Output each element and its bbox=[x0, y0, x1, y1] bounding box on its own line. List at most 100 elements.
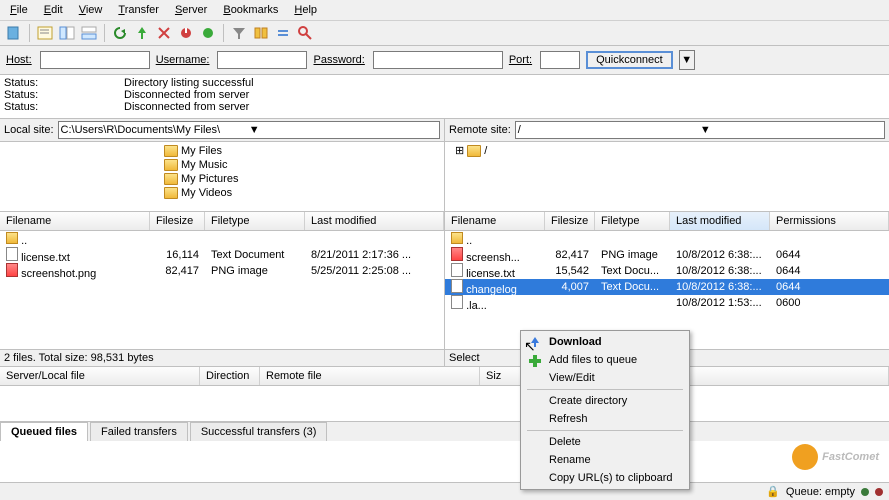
compare-icon[interactable] bbox=[251, 23, 271, 43]
ctx-add-queue[interactable]: Add files to queue bbox=[523, 351, 687, 369]
quickconnect-button[interactable]: Quickconnect bbox=[586, 51, 673, 69]
col-direction[interactable]: Direction bbox=[200, 367, 260, 385]
text-file-icon bbox=[451, 263, 463, 277]
ctx-copy-url[interactable]: Copy URL(s) to clipboard bbox=[523, 469, 687, 487]
host-input[interactable] bbox=[40, 51, 150, 69]
status-bar: 🔒 Queue: empty bbox=[0, 482, 889, 500]
message-log[interactable]: Status:Directory listing successful Stat… bbox=[0, 75, 889, 119]
col-remote-file[interactable]: Remote file bbox=[260, 367, 480, 385]
queue-status: Queue: empty bbox=[786, 486, 855, 498]
logo-icon bbox=[792, 444, 818, 470]
menu-server[interactable]: Server bbox=[169, 2, 213, 18]
process-queue-icon[interactable] bbox=[132, 23, 152, 43]
log-label: Status: bbox=[4, 101, 124, 113]
list-item[interactable]: screensh... 82,417 PNG image 10/8/2012 6… bbox=[445, 247, 889, 263]
username-input[interactable] bbox=[217, 51, 307, 69]
cancel-icon[interactable] bbox=[154, 23, 174, 43]
watermark: FastComet bbox=[792, 444, 879, 470]
log-label: Status: bbox=[4, 77, 124, 89]
text-file-icon bbox=[451, 279, 463, 293]
local-tree[interactable]: My Files My Music My Pictures My Videos bbox=[0, 142, 444, 212]
remote-tree[interactable]: ⊞ / bbox=[445, 142, 889, 212]
list-item-up[interactable]: .. bbox=[0, 231, 444, 247]
col-modified[interactable]: Last modified bbox=[305, 212, 444, 230]
username-label: Username: bbox=[156, 54, 210, 66]
menu-edit[interactable]: Edit bbox=[38, 2, 69, 18]
list-item[interactable]: license.txt 15,542 Text Docu... 10/8/201… bbox=[445, 263, 889, 279]
indicator-red-icon bbox=[875, 488, 883, 496]
disconnect-icon[interactable] bbox=[176, 23, 196, 43]
list-item[interactable]: screenshot.png 82,417 PNG image 5/25/201… bbox=[0, 263, 444, 279]
port-input[interactable] bbox=[540, 51, 580, 69]
site-manager-icon[interactable] bbox=[4, 23, 24, 43]
col-server-local[interactable]: Server/Local file bbox=[0, 367, 200, 385]
menu-bar: File Edit View Transfer Server Bookmarks… bbox=[0, 0, 889, 21]
folder-icon bbox=[164, 187, 178, 199]
col-filesize[interactable]: Filesize bbox=[150, 212, 205, 230]
menu-bookmarks[interactable]: Bookmarks bbox=[217, 2, 284, 18]
remote-site-label: Remote site: bbox=[449, 124, 511, 136]
toggle-log-icon[interactable] bbox=[35, 23, 55, 43]
list-item[interactable]: .la... 10/8/2012 1:53:... 0600 bbox=[445, 295, 889, 311]
queue-columns: Server/Local file Direction Remote file … bbox=[0, 367, 889, 386]
filter-icon[interactable] bbox=[229, 23, 249, 43]
col-filetype[interactable]: Filetype bbox=[205, 212, 305, 230]
col-modified[interactable]: Last modified bbox=[670, 212, 770, 230]
local-filelist[interactable]: .. license.txt 16,114 Text Document 8/21… bbox=[0, 231, 444, 349]
queue-tabs: Queued files Failed transfers Successful… bbox=[0, 422, 889, 441]
list-item-selected[interactable]: changelog 4,007 Text Docu... 10/8/2012 6… bbox=[445, 279, 889, 295]
password-label: Password: bbox=[313, 54, 364, 66]
col-filesize[interactable]: Filesize bbox=[545, 212, 595, 230]
host-label: Host: bbox=[6, 54, 32, 66]
ctx-create-dir[interactable]: Create directory bbox=[523, 392, 687, 410]
menu-help[interactable]: Help bbox=[288, 2, 323, 18]
image-file-icon bbox=[6, 263, 18, 277]
col-permissions[interactable]: Permissions bbox=[770, 212, 889, 230]
toolbar bbox=[0, 21, 889, 46]
tab-queued[interactable]: Queued files bbox=[0, 422, 88, 441]
folder-up-icon bbox=[451, 232, 463, 244]
local-status: 2 files. Total size: 98,531 bytes bbox=[0, 349, 445, 367]
port-label: Port: bbox=[509, 54, 532, 66]
folder-up-icon bbox=[6, 232, 18, 244]
local-path-combo[interactable]: C:\Users\R\Documents\My Files\▼ bbox=[58, 121, 440, 139]
remote-columns: Filename Filesize Filetype Last modified… bbox=[445, 212, 889, 231]
folder-icon bbox=[164, 145, 178, 157]
list-item-up[interactable]: .. bbox=[445, 231, 889, 247]
reconnect-icon[interactable] bbox=[198, 23, 218, 43]
log-label: Status: bbox=[4, 89, 124, 101]
col-filename[interactable]: Filename bbox=[445, 212, 545, 230]
text-file-icon bbox=[6, 247, 18, 261]
quickconnect-bar: Host: Username: Password: Port: Quickcon… bbox=[0, 46, 889, 75]
expand-icon[interactable]: ⊞ bbox=[455, 144, 464, 158]
log-message: Disconnected from server bbox=[124, 101, 249, 113]
quickconnect-dropdown[interactable]: ▼ bbox=[679, 50, 695, 70]
password-input[interactable] bbox=[373, 51, 503, 69]
dropdown-arrow-icon[interactable]: ▼ bbox=[700, 124, 882, 136]
local-site-label: Local site: bbox=[4, 124, 54, 136]
ctx-view-edit[interactable]: View/Edit bbox=[523, 369, 687, 387]
queue-list[interactable] bbox=[0, 386, 889, 422]
refresh-icon[interactable] bbox=[110, 23, 130, 43]
tab-successful[interactable]: Successful transfers (3) bbox=[190, 422, 328, 441]
sync-browse-icon[interactable] bbox=[273, 23, 293, 43]
toggle-queue-icon[interactable] bbox=[79, 23, 99, 43]
ctx-download[interactable]: Download bbox=[523, 333, 687, 351]
ctx-rename[interactable]: Rename bbox=[523, 451, 687, 469]
dropdown-arrow-icon[interactable]: ▼ bbox=[249, 124, 437, 136]
text-file-icon bbox=[451, 295, 463, 309]
tab-failed[interactable]: Failed transfers bbox=[90, 422, 188, 441]
list-item[interactable]: license.txt 16,114 Text Document 8/21/20… bbox=[0, 247, 444, 263]
col-filename[interactable]: Filename bbox=[0, 212, 150, 230]
menu-file[interactable]: File bbox=[4, 2, 34, 18]
menu-transfer[interactable]: Transfer bbox=[112, 2, 165, 18]
context-menu: Download Add files to queue View/Edit Cr… bbox=[520, 330, 690, 490]
folder-icon bbox=[164, 173, 178, 185]
ctx-refresh[interactable]: Refresh bbox=[523, 410, 687, 428]
toggle-tree-icon[interactable] bbox=[57, 23, 77, 43]
remote-path-combo[interactable]: /▼ bbox=[515, 121, 885, 139]
menu-view[interactable]: View bbox=[73, 2, 109, 18]
col-filetype[interactable]: Filetype bbox=[595, 212, 670, 230]
ctx-delete[interactable]: Delete bbox=[523, 433, 687, 451]
search-icon[interactable] bbox=[295, 23, 315, 43]
